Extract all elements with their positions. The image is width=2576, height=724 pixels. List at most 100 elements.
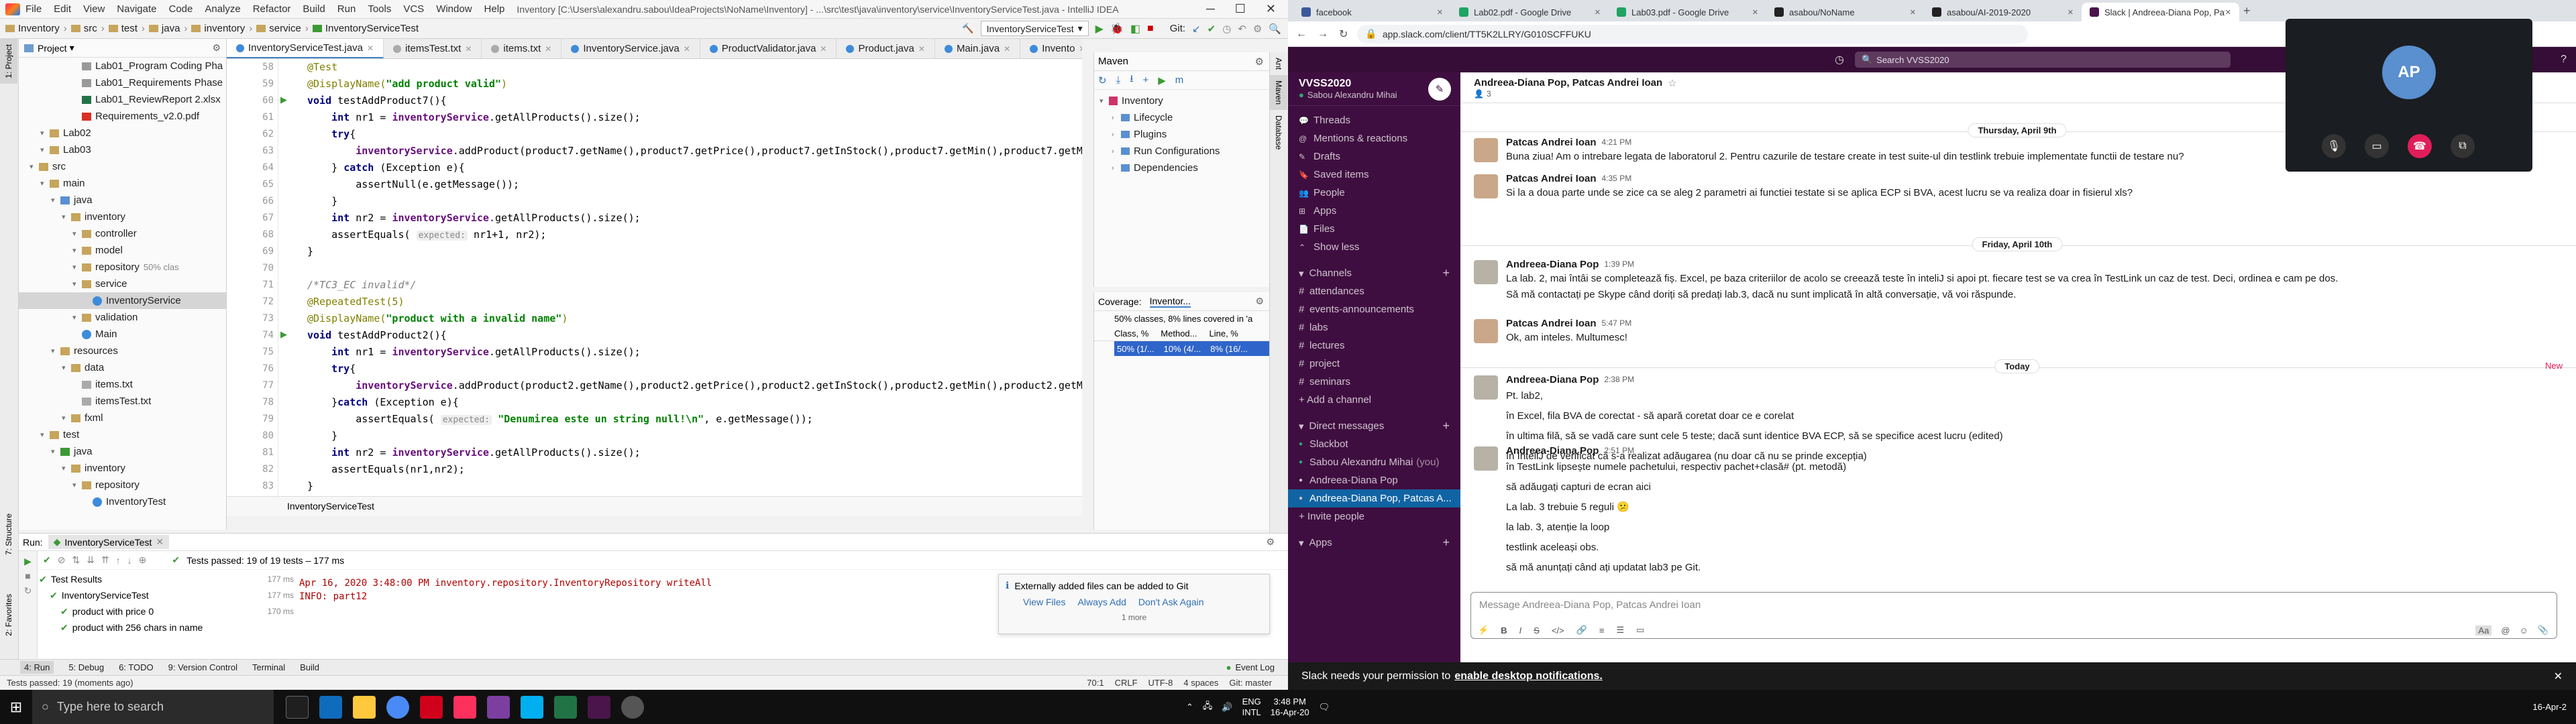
bold-icon[interactable]: B (1501, 625, 1507, 636)
maven-run-icon[interactable]: ▶ (1158, 74, 1166, 86)
chevron-icon[interactable]: ▾ (72, 263, 82, 272)
menu-item-file[interactable]: File (25, 3, 42, 15)
code-area[interactable]: 58 59 60 61 62 63 64 65 66 67 68 69 70 71 72 73 74 75 76 77… (227, 59, 1082, 496)
stop-run-icon[interactable]: ■ (19, 568, 37, 583)
intellij-icon[interactable] (453, 695, 476, 719)
avatar[interactable] (1474, 138, 1498, 162)
message-author[interactable]: Andreea-Diana Pop (1506, 374, 1599, 385)
outlook-icon[interactable] (319, 695, 342, 719)
video-off-icon[interactable]: ▭ (2365, 134, 2389, 158)
run-test-gutter-icon[interactable]: ▶ (280, 95, 287, 105)
chevron-icon[interactable]: ▾ (40, 129, 50, 137)
file-explorer-icon[interactable] (353, 695, 376, 719)
menu-item-vcs[interactable]: VCS (403, 3, 424, 15)
menu-item-build[interactable]: Build (303, 3, 325, 15)
notification-action-link[interactable]: Don't Ask Again (1138, 597, 1204, 607)
tree-item[interactable]: ▾ service (19, 276, 226, 292)
tray-chevron-icon[interactable]: ⌃ (1186, 702, 1193, 713)
compose-icon[interactable]: ✎ (1428, 77, 1451, 101)
build-icon[interactable]: 🔨 (962, 23, 973, 34)
editor-breadcrumb[interactable]: InventoryServiceTest (227, 496, 1082, 516)
chevron-icon[interactable]: ▾ (62, 363, 71, 372)
italic-icon[interactable]: I (1519, 625, 1522, 636)
message-time[interactable]: 2:38 PM (1604, 375, 1634, 384)
close-tab-icon[interactable]: ✕ (156, 536, 164, 548)
channel-project[interactable]: # project (1288, 355, 1460, 373)
notification-more[interactable]: 1 more (999, 613, 1269, 622)
breadcrumb-item[interactable]: service › (256, 23, 309, 34)
channel-labs[interactable]: # labs (1288, 318, 1460, 337)
breadcrumb-item[interactable]: test › (108, 23, 145, 34)
code-line[interactable]: void testAddProduct2(){ (307, 329, 447, 341)
link-icon[interactable]: 🔗 (1576, 625, 1587, 636)
mention-icon[interactable]: @ (2501, 625, 2510, 636)
slack-nav-files[interactable]: 📄 Files (1288, 220, 1460, 238)
slack-nav-show-less[interactable]: ⌃ Show less (1288, 238, 1460, 256)
workspace-name[interactable]: VVSS2020 (1299, 78, 1397, 90)
message-author[interactable]: Patcas Andrei Ioan (1506, 137, 1597, 148)
avatar[interactable] (1474, 375, 1498, 400)
maven-item[interactable]: › Dependencies (1094, 160, 1269, 176)
browser-tab[interactable]: asabou/AI-2019-2020 ✕ (1924, 3, 2082, 21)
close-tab-icon[interactable]: ✕ (1437, 8, 1443, 17)
test-passed-check-icon[interactable]: ✔ (43, 554, 51, 566)
browser-tab[interactable]: Slack | Andreea-Diana Pop, Patca...✕ (2082, 3, 2239, 21)
bottom-tab[interactable]: Build (300, 662, 319, 672)
message[interactable]: Andreea-Diana Pop 2:51 PM în TestLink lips… (1474, 444, 2561, 578)
code-line[interactable]: int nr2 = inventoryService.getAllProduct… (307, 446, 641, 459)
chevron-icon[interactable]: ▾ (40, 145, 50, 154)
maven-tool-button[interactable]: Maven (1270, 75, 1287, 111)
tree-item[interactable]: ▾ repository (19, 477, 226, 493)
mic-icon[interactable]: 🎙 (2322, 134, 2346, 158)
format-icon[interactable]: Aa (2475, 625, 2492, 636)
menu-item-window[interactable]: Window (436, 3, 472, 15)
ordered-list-icon[interactable]: ≡ (1599, 625, 1605, 636)
sort-icon[interactable]: ⇅ (72, 554, 80, 566)
close-tab-icon[interactable]: ✕ (684, 44, 690, 54)
vs-icon[interactable] (487, 695, 510, 719)
tree-item[interactable]: ▾ data (19, 359, 226, 376)
editor-tab[interactable]: Invento ✕ (1020, 39, 1082, 58)
tree-item[interactable]: InventoryService (19, 292, 226, 309)
code-line[interactable]: assertEquals( expected: nr1+1, nr2); (307, 229, 546, 241)
chevron-icon[interactable]: ▾ (51, 347, 60, 355)
menu-item-edit[interactable]: Edit (54, 3, 71, 15)
breadcrumb-item[interactable]: inventory › (191, 23, 252, 34)
close-tab-icon[interactable]: ✕ (465, 44, 472, 54)
status-item[interactable]: CRLF (1115, 678, 1138, 688)
member-count[interactable]: 3 (1487, 89, 1491, 99)
chevron-icon[interactable]: ▾ (40, 179, 50, 188)
close-tab-icon[interactable]: ✕ (1910, 8, 1916, 17)
ant-tool-button[interactable]: Ant (1270, 52, 1287, 75)
breadcrumb-item[interactable]: InventoryServiceTest (312, 23, 419, 34)
reload-page-icon[interactable]: ↻ (1339, 27, 1348, 41)
message-author[interactable]: Patcas Andrei Ioan (1506, 173, 1597, 184)
browser-tab[interactable]: Lab03.pdf - Google Drive ✕ (1609, 3, 1766, 21)
close-tab-icon[interactable]: ✕ (1079, 44, 1082, 54)
star-icon[interactable]: ☆ (1668, 77, 1676, 89)
code-line[interactable]: assertNull(e.getMessage()); (307, 178, 519, 190)
tree-item[interactable]: ▾ src (19, 158, 226, 175)
project-tool-button[interactable]: 1: Project (0, 39, 17, 84)
tree-item[interactable]: ▾ Lab02 (19, 125, 226, 141)
reload-icon[interactable]: ↻ (1098, 74, 1107, 86)
chevron-icon[interactable]: ▾ (72, 246, 82, 255)
maximize-icon[interactable]: ☐ (1235, 2, 1246, 16)
tree-item[interactable]: ▾ controller (19, 225, 226, 242)
coverage-row[interactable]: 50% (1/... 10% (4/... 8% (16/... (1114, 341, 1269, 356)
tree-item[interactable]: ▾ fxml (19, 410, 226, 426)
test-result-item[interactable]: ✔ Test Results 177 ms (39, 571, 294, 587)
volume-icon[interactable]: 🔊 (1222, 702, 1232, 713)
notification-action-link[interactable]: Always Add (1078, 597, 1126, 607)
dm-item[interactable]: ● Andreea-Diana Pop (1288, 471, 1460, 489)
add-dm-icon[interactable]: + (1442, 419, 1450, 433)
code-editor[interactable]: InventoryServiceTest.java ✕ itemsTest.txt ✕… (227, 39, 1082, 516)
message-time[interactable]: 1:39 PM (1604, 259, 1634, 269)
stop-icon[interactable]: ■ (1147, 23, 1154, 35)
new-tab-icon[interactable]: + (2243, 4, 2251, 18)
maven-settings-icon[interactable]: ⚙ (1255, 56, 1264, 68)
code-line[interactable]: int nr2 = inventoryService.getAllProduct… (307, 212, 641, 224)
maven-item[interactable]: › Run Configurations (1094, 143, 1269, 160)
breadcrumb-item[interactable]: src › (70, 23, 105, 34)
network-icon[interactable]: 🖧 (1203, 700, 1213, 715)
